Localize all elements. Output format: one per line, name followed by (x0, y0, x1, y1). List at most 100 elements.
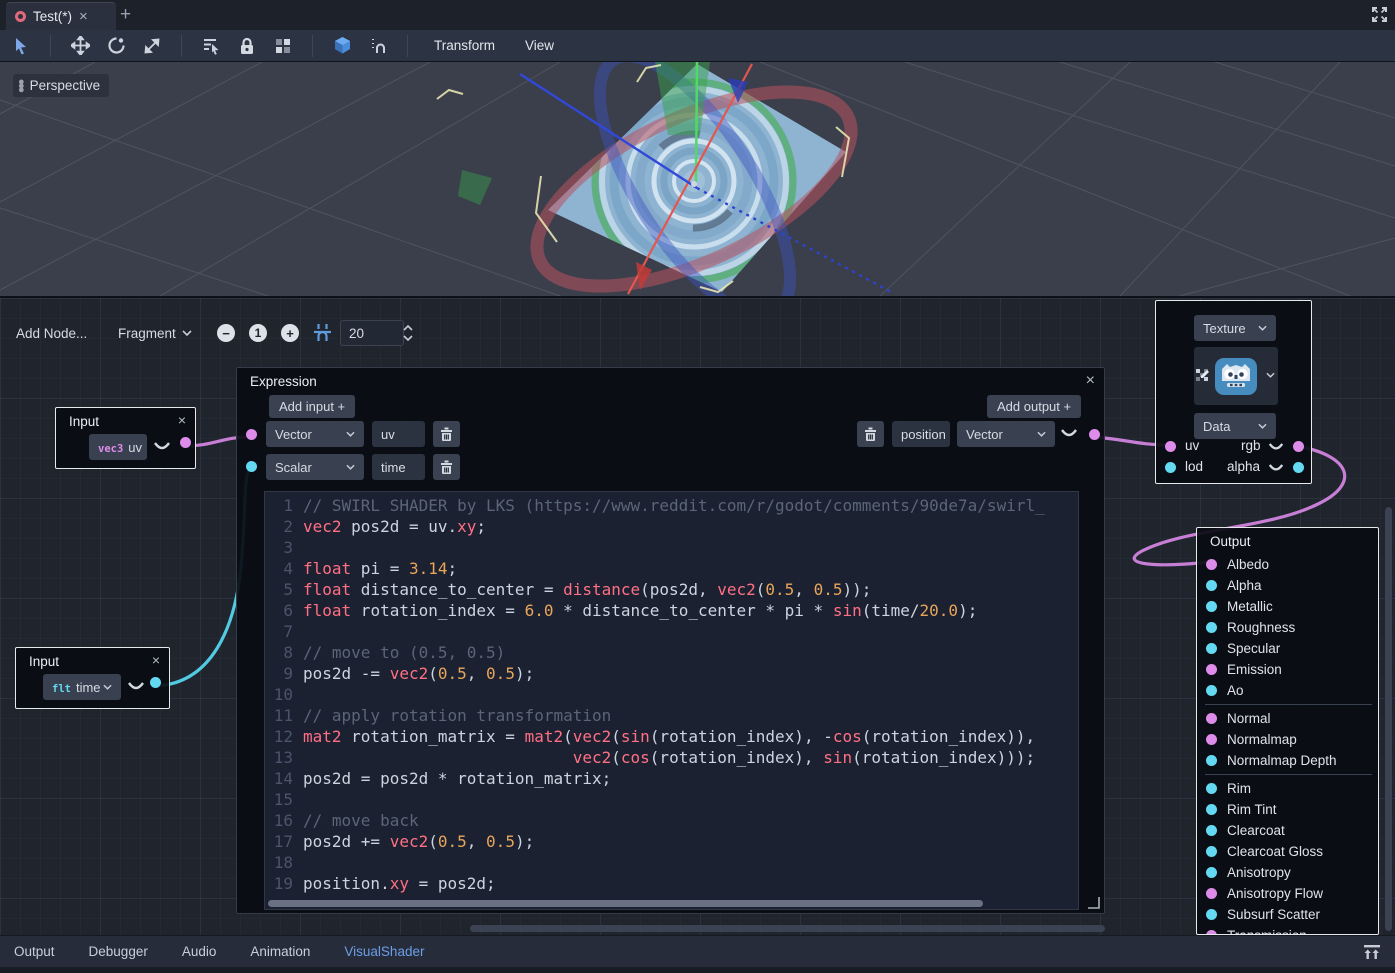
input-type-select[interactable]: Vector (266, 421, 364, 447)
lock-icon[interactable] (236, 35, 258, 57)
code-editor-hscrollbar[interactable] (268, 900, 983, 907)
port-in-normal[interactable] (1206, 713, 1217, 724)
scene-tab[interactable]: Test(*) × (6, 2, 116, 30)
port-in-lod[interactable] (1165, 462, 1176, 473)
bottom-panel-tab-visualshader[interactable]: VisualShader (344, 944, 424, 959)
graph-vscrollbar[interactable] (1385, 507, 1392, 931)
port-in-normalmap[interactable] (1206, 734, 1217, 745)
snap-spinner[interactable] (402, 322, 414, 344)
port-out-alpha[interactable] (1293, 462, 1304, 473)
port-in-albedo[interactable] (1206, 559, 1217, 570)
output-type-select[interactable]: Vector (957, 421, 1055, 447)
group-icon[interactable] (272, 35, 294, 57)
expression-code-editor[interactable]: 1// SWIRL SHADER by LKS (https://www.red… (264, 491, 1079, 910)
port-in-anisotropy-flow[interactable] (1206, 888, 1217, 899)
input-source-select[interactable]: flttime (43, 674, 121, 700)
shader-mode-select[interactable]: Fragment (118, 320, 192, 346)
port-in-rim[interactable] (1206, 783, 1217, 794)
tab-close-icon[interactable]: × (79, 9, 88, 24)
bottom-panel-tab-animation[interactable]: Animation (250, 944, 310, 959)
port-in-roughness[interactable] (1206, 622, 1217, 633)
port-out-vector[interactable] (180, 437, 191, 448)
expand-port-icon[interactable] (1060, 428, 1078, 440)
chevron-down-icon[interactable] (1266, 372, 1275, 378)
texture-type-select[interactable]: Texture (1194, 315, 1276, 341)
transform-menu[interactable]: Transform (426, 38, 503, 53)
texture-data-select[interactable]: Data (1194, 413, 1276, 439)
input-name-field[interactable]: time (372, 454, 425, 480)
node-output[interactable]: Output AlbedoAlphaMetallicRoughnessSpecu… (1196, 527, 1379, 935)
godot-logo (1214, 355, 1258, 397)
add-input-button[interactable]: Add input + (269, 395, 355, 418)
input-source-select[interactable]: vec3uv (89, 434, 147, 460)
port-in-alpha[interactable] (1206, 580, 1217, 591)
snap-distance-input[interactable]: 20 (340, 320, 404, 346)
resize-handle[interactable] (1087, 896, 1100, 909)
code-line: 8// move to (0.5, 0.5) (265, 642, 1078, 663)
expand-port-icon[interactable] (127, 681, 145, 693)
close-icon[interactable]: × (178, 413, 186, 427)
port-in-clearcoat-gloss[interactable] (1206, 846, 1217, 857)
snap-mode-icon[interactable] (367, 35, 389, 57)
port-out-scalar[interactable] (150, 677, 161, 688)
port-in-time[interactable] (246, 461, 257, 472)
perspective-button[interactable]: ●●● Perspective (13, 74, 109, 97)
grid-snap-toggle[interactable] (313, 323, 332, 342)
delete-input-button[interactable] (433, 421, 460, 447)
node-title: Expression (250, 374, 317, 389)
new-tab-button[interactable]: + (120, 4, 131, 26)
scale-tool-icon[interactable] (141, 35, 163, 57)
expand-port-icon[interactable] (1268, 442, 1284, 453)
port-out-rgb[interactable] (1293, 441, 1304, 452)
port-in-clearcoat[interactable] (1206, 825, 1217, 836)
texture-preview[interactable] (1194, 347, 1278, 405)
port-in-specular[interactable] (1206, 643, 1217, 654)
output-port-row: Alpha (1197, 575, 1379, 596)
edit-texture-icon[interactable] (1196, 369, 1209, 382)
visual-shader-graph[interactable]: Add Node... Fragment − 1 + 20 Input × ve… (0, 296, 1395, 937)
port-label: uv (1185, 438, 1199, 453)
delete-input-button[interactable] (433, 454, 460, 480)
add-node-button[interactable]: Add Node... (16, 320, 87, 346)
zoom-out-button[interactable]: − (217, 324, 235, 342)
port-in-metallic[interactable] (1206, 601, 1217, 612)
node-input-time[interactable]: Input × flttime (15, 647, 170, 709)
bottom-panel-tab-audio[interactable]: Audio (182, 944, 217, 959)
port-in-uv[interactable] (246, 429, 257, 440)
fullscreen-icon[interactable] (1371, 6, 1388, 23)
port-in-normalmap-depth[interactable] (1206, 755, 1217, 766)
port-in-ao[interactable] (1206, 685, 1217, 696)
view-menu[interactable]: View (517, 38, 562, 53)
rotate-tool-icon[interactable] (105, 35, 127, 57)
expand-port-icon[interactable] (1268, 463, 1284, 474)
local-space-cube-icon[interactable] (331, 35, 353, 57)
bottom-panel-tab-debugger[interactable]: Debugger (89, 944, 148, 959)
input-name-field[interactable]: uv (372, 421, 425, 447)
code-token: , (794, 579, 813, 600)
drag-handle-icon[interactable]: ●●● (18, 80, 25, 92)
close-icon[interactable]: × (1086, 373, 1095, 389)
close-icon[interactable]: × (152, 653, 160, 667)
graph-hscrollbar[interactable] (470, 925, 1105, 932)
expand-panel-icon[interactable] (1363, 945, 1381, 959)
expand-port-icon[interactable] (153, 441, 171, 453)
bottom-panel-tab-output[interactable]: Output (14, 944, 55, 959)
add-output-button[interactable]: Add output + (987, 395, 1081, 418)
node-input-uv[interactable]: Input × vec3uv (55, 407, 196, 469)
port-in-emission[interactable] (1206, 664, 1217, 675)
output-name-field[interactable]: position (892, 421, 950, 447)
move-tool-icon[interactable] (69, 35, 91, 57)
delete-output-button[interactable] (857, 421, 884, 447)
node-texture[interactable]: Texture Data uv (1155, 300, 1312, 484)
select-tool-icon[interactable] (10, 35, 32, 57)
port-in-subsurf-scatter[interactable] (1206, 909, 1217, 920)
viewport-3d[interactable]: ●●● Perspective (0, 62, 1395, 296)
list-select-tool-icon[interactable] (200, 35, 222, 57)
port-in-anisotropy[interactable] (1206, 867, 1217, 878)
input-type-select[interactable]: Scalar (266, 454, 364, 480)
port-in-uv[interactable] (1165, 441, 1176, 452)
zoom-in-button[interactable]: + (281, 324, 299, 342)
port-out-position[interactable] (1089, 429, 1100, 440)
port-in-rim-tint[interactable] (1206, 804, 1217, 815)
zoom-reset-button[interactable]: 1 (249, 324, 267, 342)
